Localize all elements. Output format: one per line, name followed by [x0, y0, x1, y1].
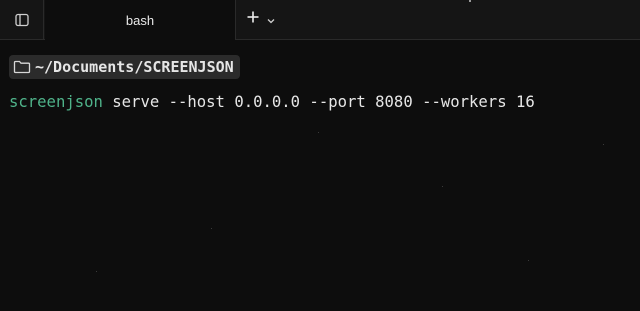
- terminal-output[interactable]: ~/Documents/SCREENJSON screenjson serve …: [0, 40, 640, 311]
- background-speck: [603, 144, 604, 145]
- background-speck: [96, 271, 97, 272]
- background-speck: [528, 260, 529, 261]
- chevron-down-icon: [267, 11, 275, 29]
- new-tab-button[interactable]: [244, 11, 262, 29]
- new-tab-menu-button[interactable]: [266, 11, 276, 29]
- sidebar-panel-icon: [14, 13, 29, 27]
- cwd-path: ~/Documents/SCREENJSON: [35, 58, 234, 76]
- tab-actions: [244, 0, 276, 39]
- command-program: screenjson: [9, 93, 103, 111]
- command-args: serve --host 0.0.0.0 --port 8080 --worke…: [102, 93, 535, 111]
- tab-bar: bash: [0, 0, 640, 40]
- background-speck: [318, 132, 319, 133]
- cwd-chip: ~/Documents/SCREENJSON: [9, 55, 240, 79]
- folder-icon: [13, 60, 31, 74]
- background-speck: [442, 186, 443, 187]
- tab-bash[interactable]: bash: [45, 0, 236, 40]
- terminal-window: bash ~/Documents/SCREENJSON screenjson s…: [0, 0, 640, 311]
- command-line: screenjson serve --host 0.0.0.0 --port 8…: [9, 93, 535, 111]
- background-speck: [211, 228, 212, 229]
- sidebar-toggle-button[interactable]: [0, 0, 44, 39]
- window-edge-mark: [469, 0, 471, 2]
- tab-label: bash: [125, 12, 155, 28]
- plus-icon: [246, 10, 260, 29]
